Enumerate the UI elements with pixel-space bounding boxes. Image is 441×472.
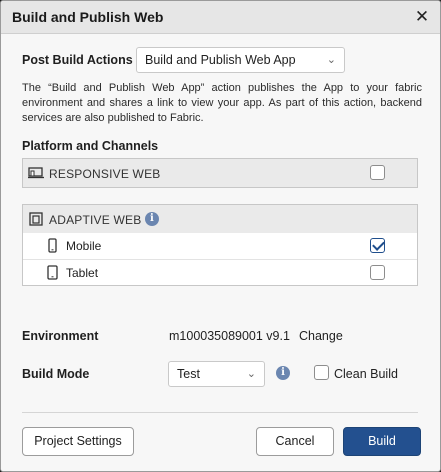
- chevron-down-icon: ⌄: [246, 368, 256, 380]
- clean-build-label: Clean Build: [334, 367, 398, 381]
- build-button[interactable]: Build: [343, 427, 421, 456]
- clean-build-checkbox[interactable]: [314, 365, 329, 380]
- channel-label-tablet: Tablet: [66, 266, 99, 280]
- environment-value: m100035089001 v9.1: [169, 329, 290, 343]
- footer-divider: [22, 412, 418, 413]
- platform-channels-label: Platform and Channels: [22, 139, 159, 153]
- cancel-button[interactable]: Cancel: [256, 427, 334, 456]
- post-build-actions-label: Post Build Actions: [22, 53, 133, 67]
- adaptive-web-header: ADAPTIVE WEB i: [23, 205, 417, 233]
- environment-change-link[interactable]: Change: [299, 329, 343, 343]
- post-build-actions-select[interactable]: Build and Publish Web App ⌄: [136, 47, 345, 73]
- project-settings-button[interactable]: Project Settings: [22, 427, 134, 456]
- channel-row-mobile[interactable]: Mobile: [23, 233, 417, 259]
- build-mode-select[interactable]: Test ⌄: [168, 361, 265, 387]
- tablet-icon: [47, 265, 58, 280]
- mobile-checkbox[interactable]: [370, 238, 385, 253]
- build-publish-dialog: Build and Publish Web ✕ Post Build Actio…: [0, 0, 441, 472]
- responsive-web-icon: [28, 167, 44, 179]
- adaptive-web-icon: [29, 212, 43, 226]
- post-build-actions-value: Build and Publish Web App: [145, 53, 296, 67]
- channel-label-mobile: Mobile: [66, 239, 102, 253]
- chevron-down-icon: ⌄: [326, 54, 336, 66]
- build-mode-info-icon[interactable]: i: [276, 366, 290, 380]
- tablet-checkbox[interactable]: [370, 265, 385, 280]
- post-build-description: The “Build and Publish Web App” action p…: [22, 82, 422, 124]
- info-icon[interactable]: i: [145, 212, 159, 226]
- close-icon[interactable]: ✕: [412, 7, 432, 27]
- adaptive-web-group: ADAPTIVE WEB i Mobile Tablet: [22, 204, 418, 286]
- dialog-title: Build and Publish Web: [12, 9, 164, 25]
- responsive-web-label: RESPONSIVE WEB: [49, 167, 161, 181]
- responsive-web-row[interactable]: RESPONSIVE WEB: [23, 159, 417, 187]
- build-mode-value: Test: [177, 367, 200, 381]
- responsive-web-checkbox[interactable]: [370, 165, 385, 180]
- build-mode-label: Build Mode: [22, 367, 90, 381]
- dialog-title-bar: Build and Publish Web ✕: [1, 1, 440, 34]
- responsive-web-group: RESPONSIVE WEB: [22, 158, 418, 188]
- mobile-icon: [48, 238, 57, 253]
- channel-row-tablet[interactable]: Tablet: [23, 259, 417, 285]
- adaptive-web-label: ADAPTIVE WEB: [49, 213, 142, 227]
- environment-label: Environment: [22, 329, 99, 343]
